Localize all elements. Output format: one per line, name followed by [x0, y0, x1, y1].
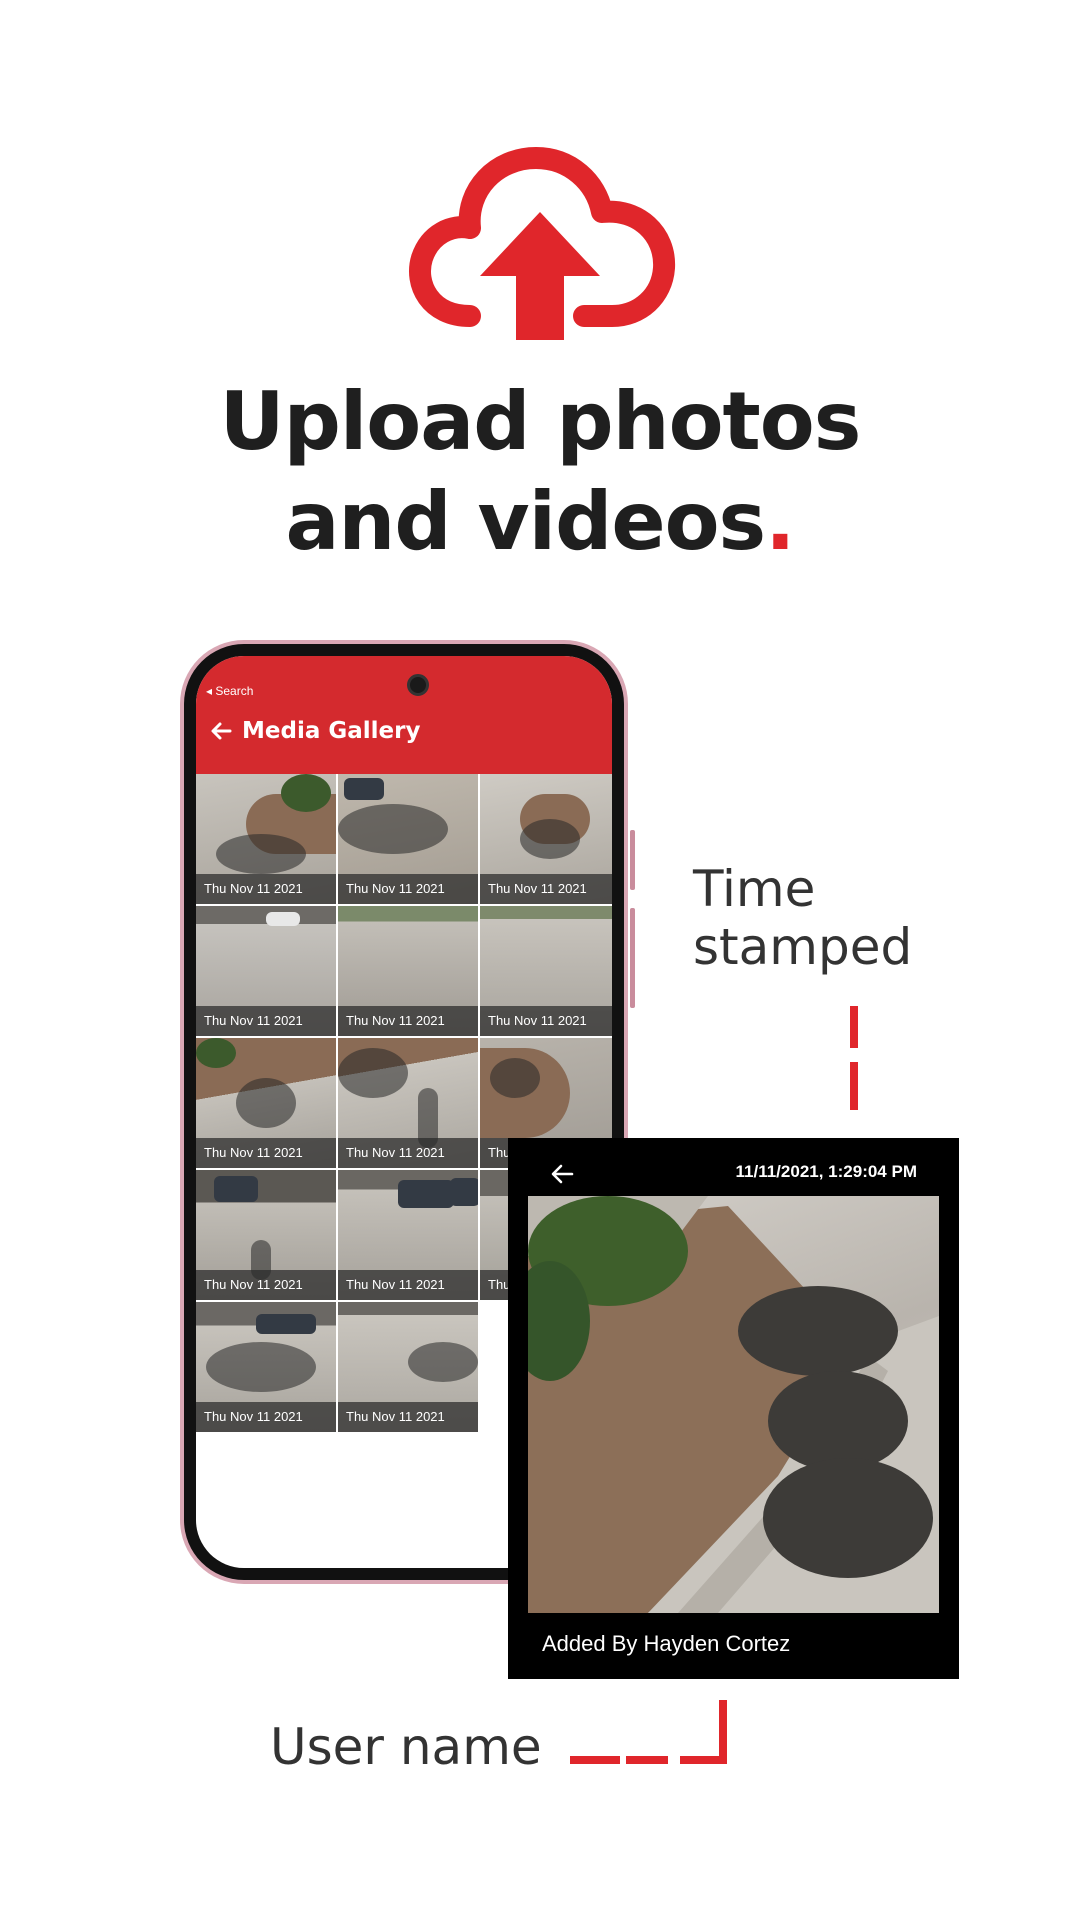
headline-line-2: and videos. — [0, 472, 1080, 572]
cloud-upload-icon — [409, 147, 676, 340]
gallery-thumb[interactable]: Thu Nov 11 2021 — [196, 906, 336, 1036]
thumb-date: Thu Nov 11 2021 — [196, 1006, 336, 1036]
thumb-date: Thu Nov 11 2021 — [338, 874, 478, 904]
user-connector-dash — [570, 1756, 620, 1764]
headline-line-2-text: and videos — [285, 475, 766, 568]
gallery-thumb[interactable]: Thu Nov 11 2021 — [338, 1038, 478, 1168]
volume-button — [630, 830, 635, 890]
app-header: ◂ Search Media Gallery — [196, 656, 612, 774]
gallery-thumb[interactable]: Thu Nov 11 2021 — [196, 1170, 336, 1300]
app-title: Media Gallery — [242, 718, 421, 744]
gallery-thumb[interactable]: Thu Nov 11 2021 — [196, 1302, 336, 1432]
thumb-date: Thu Nov 11 2021 — [196, 1270, 336, 1300]
gallery-thumb[interactable]: Thu Nov 11 2021 — [338, 774, 478, 904]
gallery-thumb[interactable]: Thu Nov 11 2021 — [338, 1302, 478, 1432]
gallery-thumb[interactable]: Thu Nov 11 2021 — [338, 906, 478, 1036]
user-name-label: User name — [270, 1718, 542, 1776]
thumb-date: Thu Nov 11 2021 — [338, 1138, 478, 1168]
time-stamped-line-1: Time — [693, 860, 816, 918]
thumb-date: Thu Nov 11 2021 — [338, 1270, 478, 1300]
user-connector-dash — [626, 1756, 668, 1764]
front-camera — [407, 674, 429, 696]
time-stamped-label: Time stamped — [693, 860, 912, 976]
gallery-thumb[interactable]: Thu Nov 11 2021 — [196, 774, 336, 904]
thumb-date: Thu Nov 11 2021 — [480, 1006, 612, 1036]
headline-line-1: Upload photos — [219, 375, 862, 468]
thumb-date: Thu Nov 11 2021 — [196, 1138, 336, 1168]
time-connector-dash — [850, 1006, 858, 1048]
gallery-thumb[interactable]: Thu Nov 11 2021 — [480, 906, 612, 1036]
thumb-date: Thu Nov 11 2021 — [338, 1402, 478, 1432]
arrow-left-icon[interactable] — [550, 1163, 574, 1185]
gallery-thumb[interactable]: Thu Nov 11 2021 — [480, 774, 612, 904]
app-title-row: Media Gallery — [210, 718, 420, 744]
thumb-date: Thu Nov 11 2021 — [196, 1402, 336, 1432]
user-connector-dash — [719, 1700, 727, 1764]
added-by-label: Added By Hayden Cortez — [542, 1631, 791, 1656]
arrow-left-icon[interactable] — [210, 720, 232, 742]
status-back-search[interactable]: ◂ Search — [206, 684, 253, 698]
power-button — [630, 908, 635, 1008]
gallery-thumb[interactable]: Thu Nov 11 2021 — [338, 1170, 478, 1300]
media-detail-card: 11/11/2021, 1:29:04 PM Added By Hayden C… — [508, 1138, 959, 1679]
headline: Upload photos and videos. — [0, 372, 1080, 572]
time-stamped-line-2: stamped — [693, 918, 913, 976]
thumb-date: Thu Nov 11 2021 — [338, 1006, 478, 1036]
driveway-photo — [528, 1196, 939, 1613]
detail-photo — [528, 1196, 939, 1613]
thumb-date: Thu Nov 11 2021 — [196, 874, 336, 904]
headline-dot: . — [765, 475, 795, 568]
time-connector-dash — [850, 1062, 858, 1110]
detail-timestamp: 11/11/2021, 1:29:04 PM — [735, 1162, 917, 1181]
thumb-date: Thu Nov 11 2021 — [480, 874, 612, 904]
gallery-thumb[interactable]: Thu Nov 11 2021 — [196, 1038, 336, 1168]
